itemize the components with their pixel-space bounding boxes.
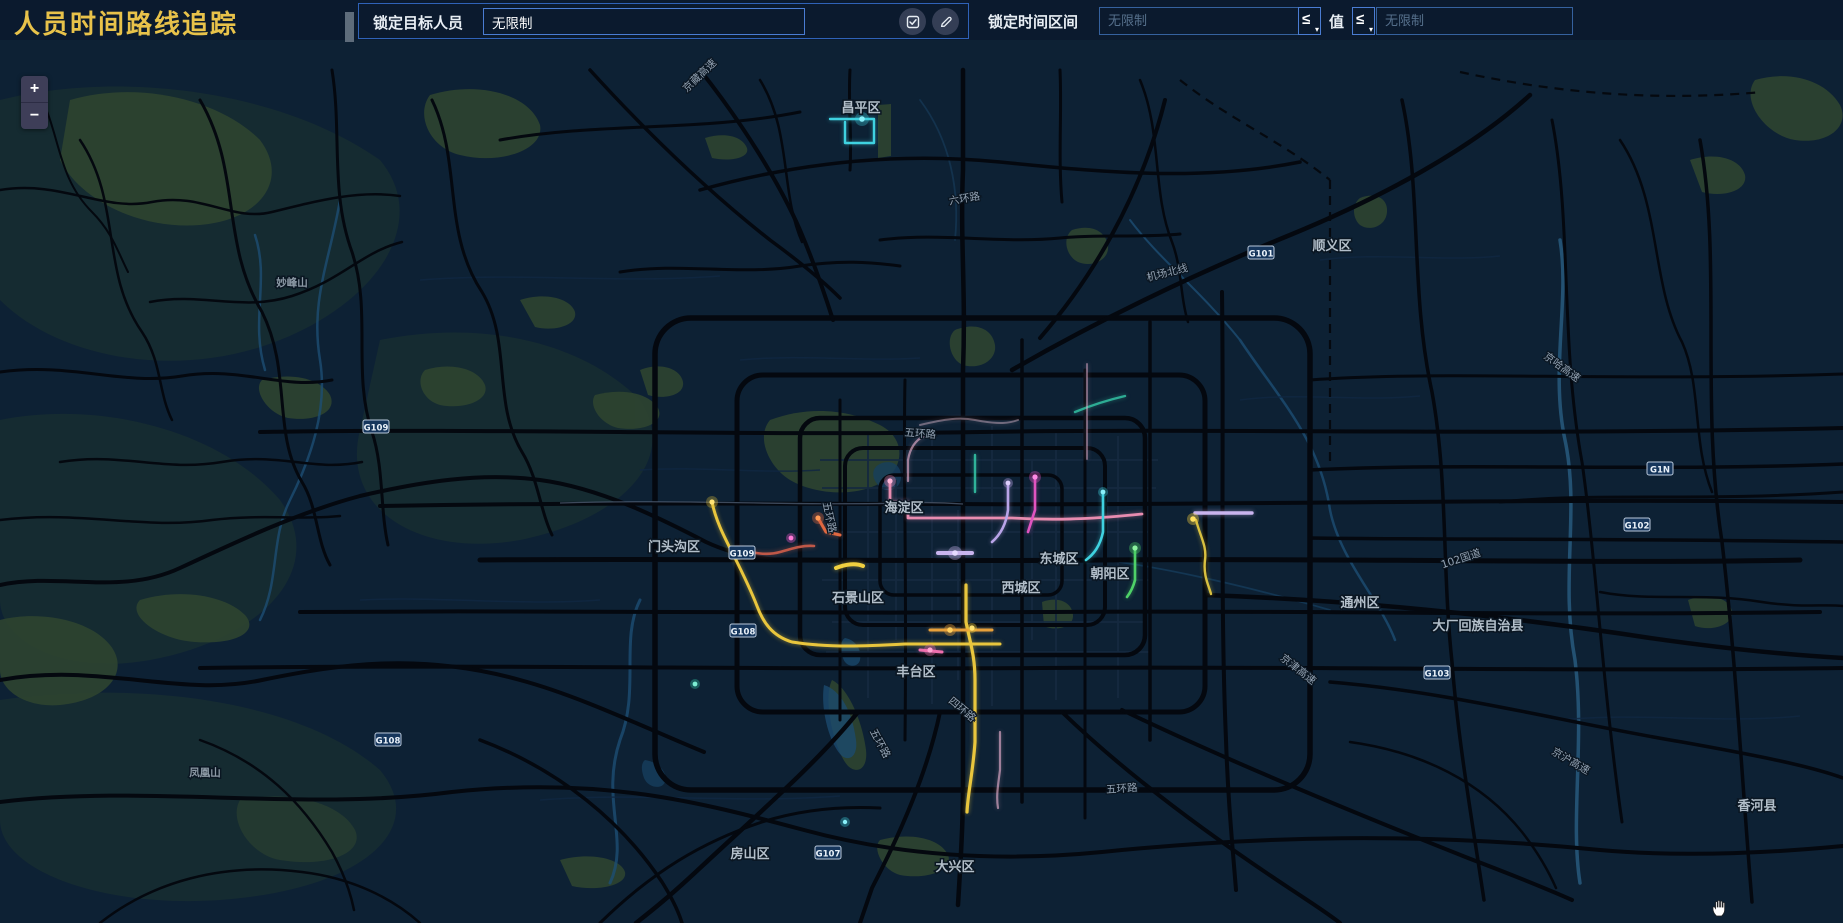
district-label: 大兴区 <box>935 859 974 875</box>
target-person-label: 锁定目标人员 <box>373 12 463 33</box>
select-target-button[interactable] <box>899 8 926 35</box>
district-label: 香河县 <box>1736 798 1776 814</box>
district-label: 西城区 <box>1001 580 1040 596</box>
road-badge: G108 <box>375 733 401 747</box>
svg-text:G107: G107 <box>816 850 841 860</box>
target-person-panel: 锁定目标人员 <box>358 3 969 39</box>
pencil-icon <box>939 15 953 29</box>
district-label: 朝阳区 <box>1090 566 1129 582</box>
header-bar: 人员时间路线追踪 锁定目标人员 锁定时间区间 ≤ ▾ 值 ≤ <box>0 0 1843 40</box>
road-badge: G102 <box>1624 518 1650 532</box>
road-label: 五环路 <box>1106 781 1139 796</box>
road-badge: G1N <box>1647 462 1673 476</box>
zoom-in-button[interactable]: + <box>21 76 48 103</box>
svg-text:G1N: G1N <box>1650 466 1670 476</box>
lte-icon: ≤ <box>1356 11 1364 28</box>
target-person-input[interactable] <box>483 8 805 35</box>
district-label: 海淀区 <box>884 500 923 516</box>
road-badge: G108 <box>730 624 756 638</box>
road-badge: G103 <box>1424 666 1450 680</box>
district-label: 石景山区 <box>831 590 884 606</box>
page-title: 人员时间路线追踪 <box>14 4 238 41</box>
time-start-operator-button[interactable]: ≤ ▾ <box>1298 7 1321 35</box>
value-label: 值 <box>1329 11 1344 32</box>
mountain-label: 凤凰山 <box>189 766 221 779</box>
lte-icon: ≤ <box>1302 11 1310 28</box>
svg-text:G102: G102 <box>1625 522 1650 532</box>
header-divider <box>345 12 354 42</box>
time-range-start-input[interactable] <box>1099 7 1299 35</box>
chevron-down-icon: ▾ <box>1315 25 1319 34</box>
district-label: 东城区 <box>1039 551 1078 567</box>
map-zoom-control: + − <box>21 76 48 129</box>
checkbox-check-icon <box>906 15 920 29</box>
district-label: 房山区 <box>730 846 769 862</box>
road-badge: G109 <box>363 420 389 434</box>
district-label: 昌平区 <box>841 101 880 116</box>
svg-text:G109: G109 <box>730 550 755 560</box>
district-label: 顺义区 <box>1312 238 1351 254</box>
svg-text:G108: G108 <box>731 628 756 638</box>
svg-text:G103: G103 <box>1425 670 1450 680</box>
time-range-label: 锁定时间区间 <box>988 11 1078 32</box>
district-label: 大厂回族自治县 <box>1432 618 1523 634</box>
map-canvas[interactable]: 六环路 五环路 五环路 五环路 五环路 四环路 机场北线 京哈高速 102国道 … <box>0 40 1843 923</box>
district-label: 通州区 <box>1340 595 1379 611</box>
svg-text:G108: G108 <box>376 737 401 747</box>
svg-text:G109: G109 <box>364 424 389 434</box>
zoom-out-button[interactable]: − <box>21 103 48 129</box>
svg-text:G101: G101 <box>1249 250 1274 260</box>
edit-target-button[interactable] <box>932 8 959 35</box>
road-label: 五环路 <box>904 426 937 441</box>
mountain-label: 妙峰山 <box>276 276 308 289</box>
app-window: 六环路 五环路 五环路 五环路 五环路 四环路 机场北线 京哈高速 102国道 … <box>0 0 1843 923</box>
road-badge: G109 <box>729 546 755 560</box>
chevron-down-icon: ▾ <box>1369 25 1373 34</box>
district-label: 门头沟区 <box>648 539 700 555</box>
road-badge: G107 <box>815 846 841 860</box>
district-label: 丰台区 <box>896 664 935 680</box>
road-badge: G101 <box>1248 246 1274 260</box>
time-range-end-input[interactable] <box>1376 7 1573 35</box>
time-end-operator-button[interactable]: ≤ ▾ <box>1352 7 1375 35</box>
